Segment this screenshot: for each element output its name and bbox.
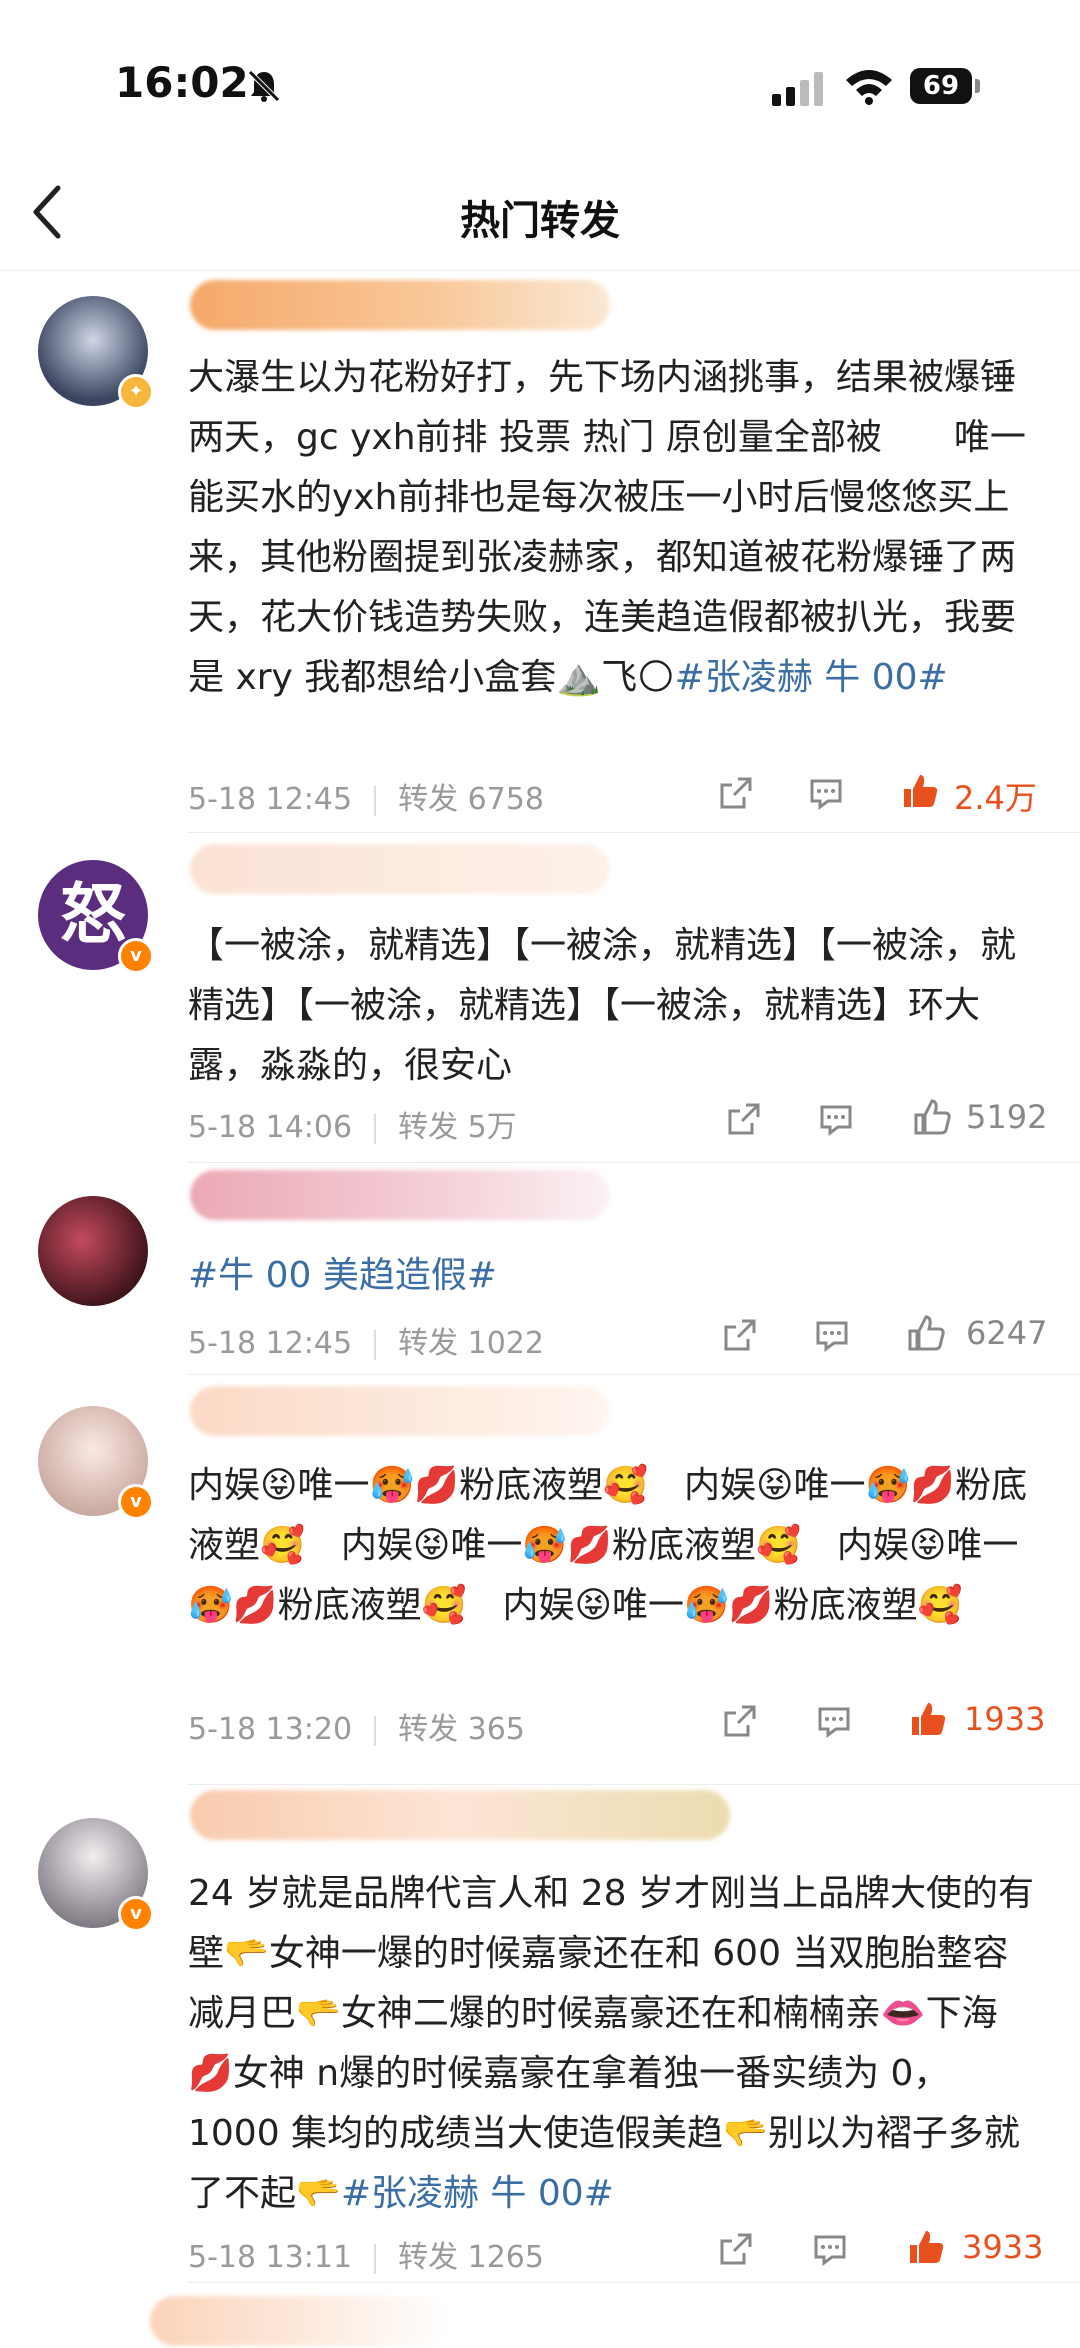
nav-bar: 热门转发 bbox=[0, 150, 1080, 271]
comment-icon[interactable] bbox=[812, 1312, 852, 1358]
repost-item[interactable]: 怒 v 【一被涂，就精选】【一被涂，就精选】【一被涂，就精选】【一被涂，就精选】… bbox=[0, 840, 1080, 1160]
post-text: 大瀑生以为花粉好打，先下场内涵挑事，结果被爆锤两天，gc yxh前排 投票 热门… bbox=[188, 348, 1038, 708]
comment-icon[interactable] bbox=[810, 2226, 850, 2272]
post-meta: 5-18 12:45 转发 1022 bbox=[188, 1318, 544, 1362]
divider bbox=[188, 1162, 1080, 1163]
battery-tip bbox=[975, 79, 980, 93]
like-icon[interactable] bbox=[906, 2224, 946, 2270]
post-body: 内娱😝唯一🥵💋粉底液塑🥰 内娱😝唯一🥵💋粉底液塑🥰 内娱😝唯一🥵💋粉底液塑🥰 内… bbox=[188, 1465, 1028, 1626]
username-redacted[interactable] bbox=[190, 1170, 610, 1220]
comment-icon[interactable] bbox=[814, 1698, 854, 1744]
repost-count: 转发 1022 bbox=[398, 1326, 544, 1361]
divider bbox=[188, 2282, 1080, 2283]
share-icon[interactable] bbox=[716, 2226, 756, 2272]
post-meta: 5-18 12:45 转发 6758 bbox=[188, 774, 544, 818]
post-text: #牛 00 美趋造假# bbox=[188, 1246, 1038, 1306]
verified-badge-icon: v bbox=[118, 938, 154, 974]
divider bbox=[188, 832, 1080, 833]
post-time: 5-18 12:45 bbox=[188, 782, 353, 817]
share-icon[interactable] bbox=[720, 1698, 760, 1744]
like-icon[interactable] bbox=[900, 768, 940, 814]
verified-badge-icon: v bbox=[118, 1484, 154, 1520]
repost-item[interactable]: ✦ 大瀑生以为花粉好打，先下场内涵挑事，结果被爆锤两天，gc yxh前排 投票 … bbox=[0, 270, 1080, 830]
hashtag-link[interactable]: #牛 00 美趋造假# bbox=[188, 1255, 497, 1296]
comment-icon[interactable] bbox=[816, 1096, 856, 1142]
post-meta: 5-18 13:11 转发 1265 bbox=[188, 2232, 544, 2276]
username-redacted[interactable] bbox=[190, 1386, 610, 1436]
post-meta: 5-18 14:06 转发 5万 bbox=[188, 1102, 517, 1146]
verified-badge-icon: ✦ bbox=[118, 374, 154, 410]
post-meta: 5-18 13:20 转发 365 bbox=[188, 1704, 525, 1748]
post-text: 【一被涂，就精选】【一被涂，就精选】【一被涂，就精选】【一被涂，就精选】【一被涂… bbox=[188, 916, 1038, 1096]
repost-count: 转发 365 bbox=[398, 1712, 525, 1747]
repost-count: 转发 5万 bbox=[398, 1110, 517, 1145]
like-count: 1933 bbox=[964, 1700, 1046, 1738]
avatar[interactable] bbox=[38, 1196, 148, 1306]
post-time: 5-18 14:06 bbox=[188, 1110, 353, 1145]
repost-count: 转发 6758 bbox=[398, 782, 544, 817]
post-time: 5-18 12:45 bbox=[188, 1326, 353, 1361]
like-icon[interactable] bbox=[906, 1310, 946, 1356]
like-icon[interactable] bbox=[912, 1094, 952, 1140]
divider bbox=[188, 1374, 1080, 1375]
username-redacted[interactable] bbox=[190, 1790, 730, 1840]
comment-icon[interactable] bbox=[806, 770, 846, 816]
username-redacted-next bbox=[150, 2296, 450, 2346]
repost-item[interactable]: v 内娱😝唯一🥵💋粉底液塑🥰 内娱😝唯一🥵💋粉底液塑🥰 内娱😝唯一🥵💋粉底液塑🥰… bbox=[0, 1382, 1080, 1782]
status-time: 16:02 bbox=[115, 58, 249, 107]
hashtag-link[interactable]: #张凌赫 牛 00# bbox=[341, 2173, 614, 2214]
post-text: 内娱😝唯一🥵💋粉底液塑🥰 内娱😝唯一🥵💋粉底液塑🥰 内娱😝唯一🥵💋粉底液塑🥰 内… bbox=[188, 1456, 1038, 1636]
username-redacted[interactable] bbox=[190, 844, 610, 894]
avatar-glyph: 怒 bbox=[60, 876, 126, 953]
signal-icon bbox=[772, 72, 823, 106]
post-body: 【一被涂，就精选】【一被涂，就精选】【一被涂，就精选】【一被涂，就精选】【一被涂… bbox=[188, 925, 1017, 1086]
post-text: 24 岁就是品牌代言人和 28 岁才刚当上品牌大使的有壁🫳女神一爆的时候嘉豪还在… bbox=[188, 1864, 1038, 2224]
share-icon[interactable] bbox=[716, 770, 756, 816]
verified-badge-icon: v bbox=[118, 1896, 154, 1932]
bell-muted-icon bbox=[248, 70, 280, 102]
battery-indicator: 69 bbox=[910, 68, 972, 104]
divider bbox=[188, 1784, 1080, 1785]
status-bar: 16:02 69 bbox=[0, 0, 1080, 150]
page-title: 热门转发 bbox=[460, 198, 620, 244]
repost-item[interactable]: #牛 00 美趋造假# 5-18 12:45 转发 1022 6247 bbox=[0, 1170, 1080, 1370]
like-count: 5192 bbox=[966, 1098, 1048, 1136]
share-icon[interactable] bbox=[720, 1312, 760, 1358]
post-body: 大瀑生以为花粉好打，先下场内涵挑事，结果被爆锤两天，gc yxh前排 投票 热门… bbox=[188, 357, 1026, 698]
repost-item[interactable]: v 24 岁就是品牌代言人和 28 岁才刚当上品牌大使的有壁🫳女神一爆的时候嘉豪… bbox=[0, 1790, 1080, 2290]
repost-count: 转发 1265 bbox=[398, 2240, 544, 2275]
username-redacted[interactable] bbox=[190, 280, 610, 330]
post-time: 5-18 13:11 bbox=[188, 2240, 353, 2275]
like-count: 6247 bbox=[966, 1314, 1048, 1352]
wifi-icon bbox=[846, 70, 892, 105]
like-count: 3933 bbox=[962, 2228, 1044, 2266]
post-body: 24 岁就是品牌代言人和 28 岁才刚当上品牌大使的有壁🫳女神一爆的时候嘉豪还在… bbox=[188, 1873, 1034, 2214]
post-time: 5-18 13:20 bbox=[188, 1712, 353, 1747]
share-icon[interactable] bbox=[724, 1096, 764, 1142]
hashtag-link[interactable]: #张凌赫 牛 00# bbox=[675, 657, 948, 698]
like-icon[interactable] bbox=[908, 1696, 948, 1742]
like-count: 2.4万 bbox=[954, 779, 1037, 817]
